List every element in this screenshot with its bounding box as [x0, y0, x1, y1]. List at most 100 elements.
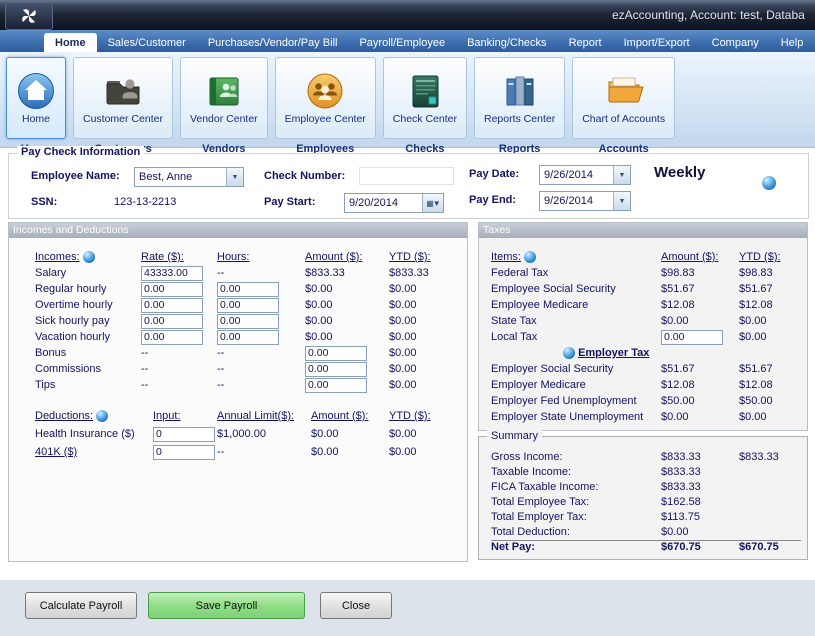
- paycheck-help-icon[interactable]: [762, 176, 776, 190]
- chart-of-accounts-button[interactable]: Chart of Accounts: [572, 57, 675, 139]
- tax-label: State Tax: [491, 315, 661, 327]
- ytd-value: $0.00: [389, 428, 451, 440]
- pay-end-label: Pay End:: [469, 194, 516, 206]
- reports-center-button[interactable]: Reports Center: [474, 57, 565, 139]
- summary-label: Taxable Income:: [491, 466, 661, 478]
- employee-name-select[interactable]: Best, Anne ▼: [134, 167, 244, 187]
- pay-start-picker[interactable]: 9/20/2014 ▦▼: [344, 193, 444, 213]
- pay-date-select[interactable]: 9/26/2014 ▼: [539, 165, 631, 185]
- summary-label: Total Employee Tax:: [491, 496, 661, 508]
- deduction-label: 401K ($): [35, 446, 153, 458]
- ytd-value: $0.00: [389, 315, 451, 327]
- tab-purchases-vendor-pay-bill[interactable]: Purchases/Vendor/Pay Bill: [197, 33, 349, 52]
- rate-value: --: [141, 363, 217, 375]
- amount-input[interactable]: [305, 346, 367, 361]
- tax-amount: $12.08: [661, 379, 739, 391]
- tax-amount-header: Amount ($):: [661, 251, 739, 263]
- tax-ytd: $12.08: [739, 379, 801, 391]
- incomes-header: Incomes:: [35, 251, 141, 263]
- ytd-value: $0.00: [389, 347, 451, 359]
- deductions-help-icon[interactable]: [96, 410, 108, 422]
- rate-input[interactable]: [141, 282, 203, 297]
- tab-company[interactable]: Company: [701, 33, 770, 52]
- amount-input[interactable]: [305, 362, 367, 377]
- input-header: Input:: [153, 410, 217, 422]
- menu-bar: Home Sales/Customer Purchases/Vendor/Pay…: [0, 30, 815, 52]
- vendor-center-button[interactable]: Vendor Center: [180, 57, 268, 139]
- income-label: Commissions: [35, 363, 141, 375]
- toolbar-item-check-center: Check Center Checks: [383, 57, 467, 155]
- rate-value: --: [141, 347, 217, 359]
- incomes-panel-title: Incomes and Deductions: [9, 223, 467, 238]
- chevron-down-icon[interactable]: ▼: [613, 166, 630, 184]
- tab-home[interactable]: Home: [44, 33, 97, 52]
- employee-name-value: Best, Anne: [135, 171, 226, 183]
- deduction-input[interactable]: [153, 445, 215, 460]
- summary-label: Total Employer Tax:: [491, 511, 661, 523]
- amount-value: $0.00: [311, 428, 389, 440]
- deduction-input[interactable]: [153, 427, 215, 442]
- pay-end-select[interactable]: 9/26/2014 ▼: [539, 191, 631, 211]
- rate-input[interactable]: [141, 298, 203, 313]
- close-button[interactable]: Close: [320, 592, 392, 619]
- toolbar-item-reports-center: Reports Center Reports: [474, 57, 565, 155]
- incomes-deductions-panel: Incomes and Deductions Incomes: Rate ($)…: [8, 222, 468, 562]
- check-center-button[interactable]: Check Center: [383, 57, 467, 139]
- check-number-input[interactable]: [359, 167, 454, 185]
- amount-value: $0.00: [305, 331, 389, 343]
- hours-value: --: [217, 347, 305, 359]
- summary-ytd: $833.33: [739, 451, 801, 463]
- toolbar-item-vendor-center: Vendor Center Vendors: [180, 57, 268, 155]
- amount-value: $833.33: [305, 267, 389, 279]
- ytd-header: YTD ($):: [389, 251, 451, 263]
- tab-import-export[interactable]: Import/Export: [613, 33, 701, 52]
- toolbar-button-label: Check Center: [393, 113, 457, 125]
- local-tax-input[interactable]: [661, 330, 723, 345]
- pay-start-value: 9/20/2014: [345, 197, 422, 209]
- rate-value: --: [141, 379, 217, 391]
- tax-amount: $51.67: [661, 283, 739, 295]
- income-label: Overtime hourly: [35, 299, 141, 311]
- amount-header: Amount ($):: [305, 251, 389, 263]
- income-label: Regular hourly: [35, 283, 141, 295]
- pay-start-label: Pay Start:: [264, 196, 315, 208]
- chevron-down-icon[interactable]: ▼: [613, 192, 630, 210]
- calendar-icon[interactable]: ▦▼: [422, 194, 443, 212]
- toolbar-item-employee-center: Employee Center Employees: [275, 57, 376, 155]
- hours-input[interactable]: [217, 298, 279, 313]
- hours-input[interactable]: [217, 314, 279, 329]
- rate-input[interactable]: [141, 266, 203, 281]
- amount-input[interactable]: [305, 378, 367, 393]
- summary-label: FICA Taxable Income:: [491, 481, 661, 493]
- summary-amount: $0.00: [661, 526, 739, 538]
- deduction-label: Health Insurance ($): [35, 428, 153, 440]
- employer-tax-help-icon[interactable]: [563, 347, 575, 359]
- taxes-help-icon[interactable]: [524, 251, 536, 263]
- toolbar: Home Home Customer Center Customers: [0, 52, 815, 148]
- tab-banking-checks[interactable]: Banking/Checks: [456, 33, 558, 52]
- customer-center-button[interactable]: Customer Center: [73, 57, 173, 139]
- annual-limit-header: Annual Limit($):: [217, 410, 311, 422]
- toolbar-item-home: Home Home: [6, 57, 66, 155]
- home-button[interactable]: Home: [6, 57, 66, 139]
- incomes-help-icon[interactable]: [83, 251, 95, 263]
- hours-value: --: [217, 267, 305, 279]
- hours-input[interactable]: [217, 330, 279, 345]
- hours-input[interactable]: [217, 282, 279, 297]
- summary-title: Summary: [487, 430, 542, 442]
- tab-payroll-employee[interactable]: Payroll/Employee: [348, 33, 456, 52]
- rate-input[interactable]: [141, 314, 203, 329]
- summary-panel: Summary Gross Income: $833.33 $833.33 Ta…: [478, 436, 808, 560]
- customer-center-icon: [103, 71, 143, 111]
- toolbar-button-label: Home: [22, 113, 50, 125]
- employee-center-button[interactable]: Employee Center: [275, 57, 376, 139]
- tab-help[interactable]: Help: [770, 33, 815, 52]
- tab-sales-customer[interactable]: Sales/Customer: [97, 33, 197, 52]
- chevron-down-icon[interactable]: ▼: [226, 168, 243, 186]
- tab-report[interactable]: Report: [558, 33, 613, 52]
- rate-input[interactable]: [141, 330, 203, 345]
- save-payroll-button[interactable]: Save Payroll: [148, 592, 305, 619]
- check-number-label: Check Number:: [264, 170, 345, 182]
- hours-value: --: [217, 379, 305, 391]
- calculate-payroll-button[interactable]: Calculate Payroll: [25, 592, 137, 619]
